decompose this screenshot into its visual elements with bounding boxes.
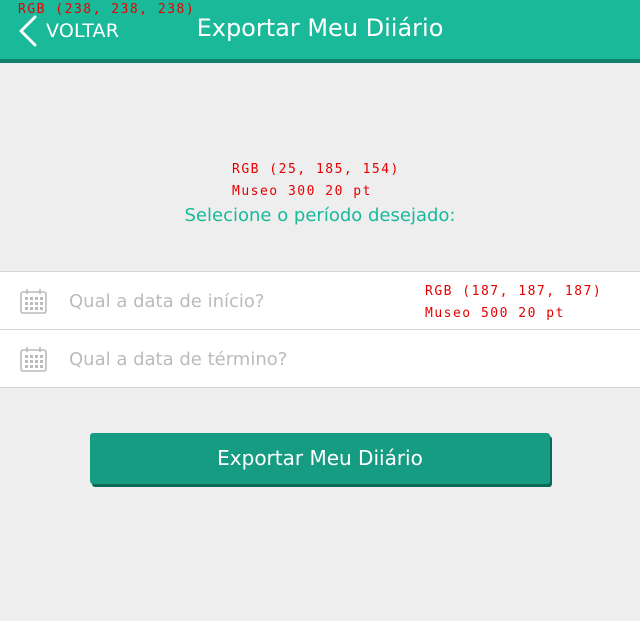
field-color-annotation: RGB (187, 187, 187) — [425, 284, 603, 299]
calendar-icon — [20, 289, 47, 314]
header-color-annotation: RGB (238, 238, 238) — [18, 2, 196, 17]
field-font-annotation: Museo 500 20 pt — [425, 306, 565, 321]
period-prompt: Selecione o período desejado: — [184, 205, 456, 226]
export-diary-button[interactable]: Exportar Meu Diiário — [90, 433, 550, 484]
subtitle-color-annotation: RGB (25, 185, 154) — [232, 162, 400, 177]
calendar-icon — [20, 347, 47, 372]
subtitle-font-annotation: Museo 300 20 pt — [232, 184, 372, 199]
page-title: Exportar Meu Diiário — [196, 14, 444, 42]
start-date-placeholder: Qual a data de início? — [69, 291, 265, 312]
end-date-field[interactable]: Qual a data de término? — [0, 329, 640, 387]
end-date-placeholder: Qual a data de término? — [69, 349, 288, 370]
